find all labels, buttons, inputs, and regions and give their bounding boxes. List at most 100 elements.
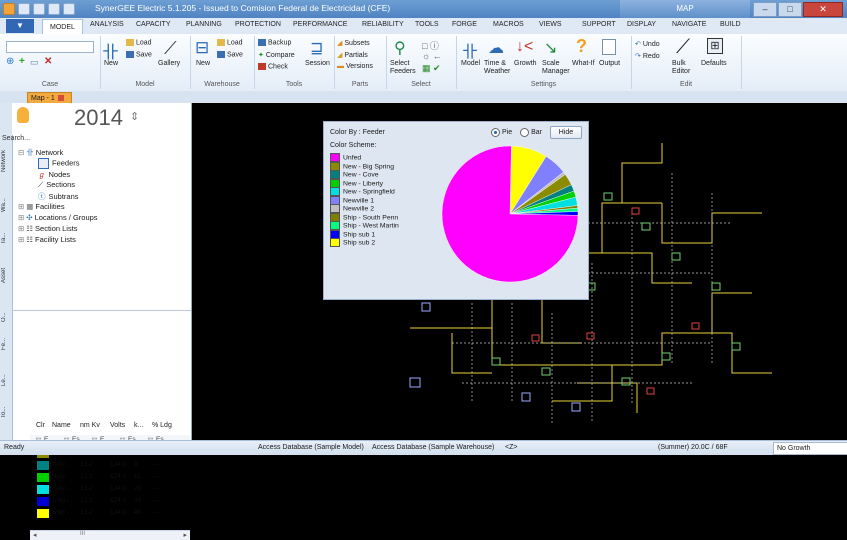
vtab-fe[interactable]: Fe... (1, 335, 11, 353)
col-name[interactable]: Name (52, 422, 71, 429)
session-icon[interactable]: ⊒ (310, 38, 323, 58)
model-settings-icon[interactable]: 卝 (462, 38, 478, 62)
versions-button[interactable]: ▬ Versions (337, 63, 373, 70)
tab-navigate[interactable]: NAVIGATE (672, 21, 706, 28)
maximize-button[interactable]: □ (778, 2, 802, 17)
table-row[interactable]: Ship - ... 13.2 124.0 35 --- (30, 496, 190, 507)
warehouse-load-button[interactable]: Load (217, 39, 243, 46)
legend-item[interactable]: Ship - West Martin (330, 221, 399, 230)
file-menu-button[interactable]: ▼ (6, 19, 34, 33)
table-row[interactable]: New - ... 13.2 124.0 11 --- (30, 472, 190, 483)
model-new-button[interactable]: New (104, 60, 118, 67)
model-save-button[interactable]: Save (126, 51, 152, 58)
tree-node-network[interactable]: ⊟ 卝 Network (18, 147, 63, 158)
warehouse-new-button[interactable]: New (196, 60, 210, 67)
tree-node-subtrans[interactable]: ⓣ Subtrans (38, 191, 79, 202)
scale-manager-button[interactable]: Scale Manager (542, 60, 572, 76)
table-row[interactable]: New - ... 13.2 124.0 9 --- (30, 460, 190, 471)
output-button[interactable]: Output (599, 60, 620, 67)
minimize-button[interactable]: – (753, 2, 777, 17)
tab-capacity[interactable]: CAPACITY (136, 21, 171, 28)
what-if-button[interactable]: What-If (572, 60, 595, 67)
select-tree-icon[interactable]: ☼ ← (422, 51, 442, 61)
legend-item[interactable]: New - Big Spring (330, 161, 394, 171)
defaults-button[interactable]: Defaults (701, 60, 727, 67)
bulk-editor-button[interactable]: Bulk Editor (672, 60, 702, 76)
model-load-button[interactable]: Load (126, 39, 152, 46)
year-spinner-icon[interactable]: ⇕ (130, 110, 139, 123)
legend-item[interactable]: Unfed (330, 153, 361, 162)
tab-views[interactable]: VIEWS (539, 21, 562, 28)
app-logo-icon[interactable] (3, 3, 15, 15)
model-settings-button[interactable]: Model (461, 60, 480, 67)
backup-button[interactable]: Backup (258, 39, 291, 46)
gallery-button[interactable]: Gallery (158, 60, 180, 67)
tree-node-feeders[interactable]: Feeders (38, 158, 80, 169)
tree-node-facilities[interactable]: ⊞ ▦ Facilities (18, 202, 65, 211)
tree-node-facility-lists[interactable]: ⊞ ☷ Facility Lists (18, 235, 76, 244)
case-add-icon[interactable]: ⊕ (6, 56, 14, 67)
legend-item[interactable]: Newville 1 (330, 195, 374, 205)
tab-support[interactable]: SUPPORT (582, 21, 616, 28)
tree-node-section-lists[interactable]: ⊞ ☷ Section Lists (18, 224, 78, 233)
subsets-button[interactable]: ◢ Subsets (337, 39, 370, 47)
tab-reliability[interactable]: RELIABILITY (362, 21, 404, 28)
output-icon[interactable] (602, 39, 616, 55)
tab-model[interactable]: MODEL (42, 19, 83, 35)
time-weather-button[interactable]: Time & Weather (484, 60, 512, 76)
legend-item[interactable]: Ship sub 2 (330, 238, 375, 247)
defaults-icon[interactable]: ⊞ (707, 38, 723, 54)
table-row[interactable]: New - ... 13.2 124.0 20 --- (30, 484, 190, 495)
col-nm-kv[interactable]: nm Kv (80, 422, 100, 429)
scroll-left-icon[interactable]: ◂ (33, 531, 37, 539)
grid-horizontal-scrollbar[interactable]: ◂ III ▸ (30, 530, 190, 540)
vtab-wa[interactable]: Wa... (1, 193, 11, 217)
legend-item[interactable]: New - Cove (330, 170, 379, 179)
legend-item[interactable]: New - Liberty (330, 178, 383, 188)
scroll-thumb[interactable]: III (80, 531, 85, 537)
tab-display[interactable]: DISPLAY (627, 21, 656, 28)
close-tab-icon[interactable] (57, 95, 64, 102)
vtab-network[interactable]: Network (1, 143, 11, 179)
legend-item[interactable]: Newville 2 (330, 204, 374, 213)
select-feeders-button[interactable]: Select Feeders (390, 60, 420, 76)
bar-radio[interactable]: Bar (520, 128, 542, 137)
pie-radio[interactable]: Pie (491, 128, 512, 137)
scale-manager-icon[interactable]: ↘ (544, 38, 557, 58)
case-open-icon[interactable]: ▭ (30, 57, 39, 68)
legend-item[interactable]: New - Springfield (330, 187, 395, 196)
session-button[interactable]: Session (305, 60, 330, 67)
undo-button[interactable]: ↶ Undo (635, 40, 660, 48)
what-if-icon[interactable]: ? (576, 36, 587, 57)
table-row[interactable]: Ship - ... 13.2 124.0 45 --- (30, 508, 190, 519)
col-volts[interactable]: Volts (110, 422, 125, 429)
tab-build[interactable]: BUILD (720, 21, 741, 28)
compare-button[interactable]: ✦ Compare (258, 51, 295, 59)
search-input[interactable]: Search... (2, 135, 30, 142)
tab-analysis[interactable]: ANALYSIS (90, 21, 124, 28)
growth-icon[interactable]: ↓< (516, 38, 533, 56)
vtab-asset[interactable]: Asset (1, 263, 11, 287)
redo-button[interactable]: ↷ Redo (635, 52, 660, 60)
bulk-editor-icon[interactable]: ⟋ (676, 36, 690, 59)
gallery-icon[interactable]: ⟋ (164, 38, 177, 59)
case-new-icon[interactable]: + (19, 56, 25, 67)
vtab-to[interactable]: To... (1, 403, 11, 421)
growth-dropdown[interactable]: No Growth (773, 442, 847, 455)
col-clr[interactable]: Clr (36, 422, 45, 429)
growth-button[interactable]: Growth (514, 60, 537, 67)
case-delete-icon[interactable]: ✕ (44, 56, 52, 67)
close-button[interactable]: ✕ (803, 2, 843, 17)
quick-save-icon[interactable] (18, 3, 30, 15)
tab-planning[interactable]: PLANNING (186, 21, 222, 28)
tab-protection[interactable]: PROTECTION (235, 21, 281, 28)
select-feeders-icon[interactable]: ⚲ (394, 38, 406, 58)
tree-node-nodes[interactable]: ℊ Nodes (38, 169, 70, 180)
weather-icon[interactable]: ☁ (488, 38, 504, 58)
tree-node-sections[interactable]: ⟋ Sections (38, 180, 75, 190)
quick-redo-icon[interactable] (48, 3, 60, 15)
lightbulb-icon[interactable] (17, 107, 29, 123)
vtab-o[interactable]: O... (1, 308, 11, 326)
legend-item[interactable]: Ship - South Penn (330, 212, 398, 222)
vtab-ta[interactable]: Ta... (1, 228, 11, 248)
